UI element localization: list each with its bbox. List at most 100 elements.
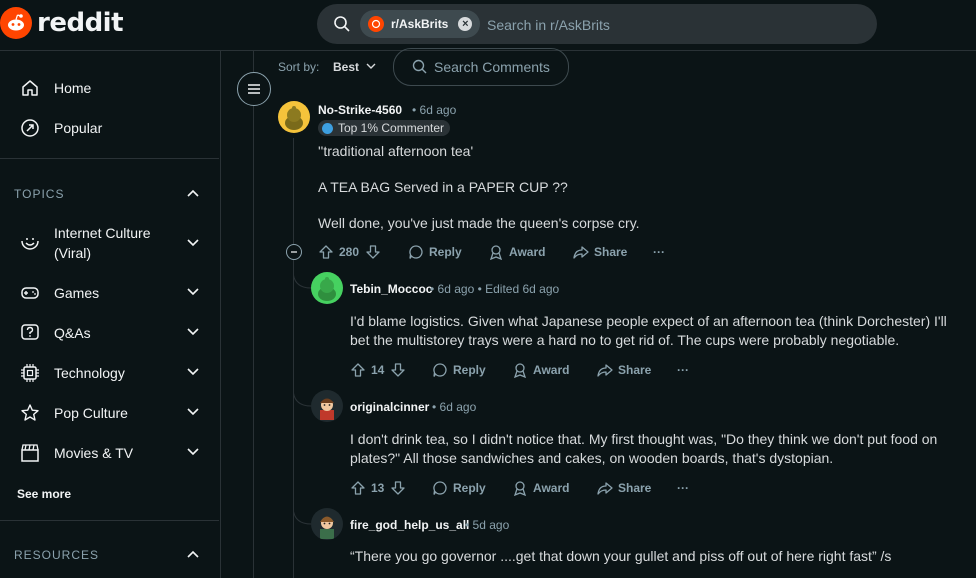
comment-line: I'd blame logistics. Given what Japanese… [350, 313, 947, 329]
comment-author[interactable]: No-Strike-4560 [318, 103, 402, 117]
comment-search-input[interactable]: Search Comments [393, 48, 569, 86]
award-label: Award [533, 363, 570, 377]
award-icon [489, 245, 503, 260]
more-options-button[interactable]: ··· [677, 363, 689, 377]
menu-toggle-button[interactable] [237, 72, 271, 106]
home-icon [22, 80, 38, 96]
award-icon [513, 481, 527, 496]
downvote-icon[interactable] [390, 480, 406, 496]
share-icon [597, 482, 613, 495]
popular-icon [21, 119, 39, 137]
upvote-icon[interactable] [350, 362, 366, 378]
avatar[interactable] [311, 390, 343, 422]
vote-group: 14 [350, 362, 406, 378]
sidebar-item-label: Games [54, 285, 100, 301]
chip-icon [21, 364, 39, 382]
chevron-down-icon[interactable] [186, 326, 200, 338]
reply-icon [433, 481, 447, 495]
reply-icon [409, 245, 423, 259]
award-button[interactable]: Award [488, 244, 545, 260]
star-icon [21, 404, 39, 421]
downvote-icon[interactable] [365, 244, 381, 260]
comment-author[interactable]: fire_god_help_us_all [350, 518, 469, 532]
comment-line: plates?" All those sandwiches and cakes,… [350, 450, 834, 466]
clear-chip-icon[interactable]: × [458, 17, 473, 31]
vote-group: 13 [350, 480, 406, 496]
comment-line: ''traditional afternoon tea' [318, 143, 474, 159]
sidebar-item-pop-culture[interactable]: Pop Culture [0, 393, 220, 433]
chevron-down-icon[interactable] [186, 406, 200, 418]
topics-heading: TOPICS [14, 187, 65, 201]
hamburger-icon [248, 84, 260, 94]
share-icon [573, 246, 589, 259]
chevron-up-icon[interactable] [186, 548, 200, 560]
downvote-icon[interactable] [390, 362, 406, 378]
upvote-icon[interactable] [318, 244, 334, 260]
share-button[interactable]: Share [573, 244, 627, 260]
sidebar-item-label-line2: (Viral) [54, 245, 92, 261]
reply-button[interactable]: Reply [432, 480, 486, 496]
share-label: Share [618, 363, 652, 377]
sidebar-item-technology[interactable]: Technology [0, 353, 220, 393]
subreddit-chip-label: r/AskBrits [391, 17, 449, 31]
comment-line: “There you go governor ....get that down… [350, 548, 892, 564]
share-label: Share [594, 245, 628, 259]
search-input[interactable]: Search in r/AskBrits [487, 17, 610, 33]
sidebar-item-label: Home [54, 80, 92, 96]
search-bar[interactable]: r/AskBrits × Search in r/AskBrits [317, 4, 877, 44]
reddit-logo[interactable]: reddit [0, 5, 124, 41]
chevron-down-icon[interactable] [186, 286, 200, 298]
sidebar-item-games[interactable]: Games [0, 273, 220, 313]
sidebar-item-label: Q&As [54, 325, 91, 341]
reply-button[interactable]: Reply [408, 244, 462, 260]
search-icon [334, 16, 350, 32]
see-more-link[interactable]: See more [17, 487, 71, 501]
comment-author[interactable]: Tebin_Moccoc [350, 282, 432, 296]
award-button[interactable]: Award [512, 362, 569, 378]
chevron-down-icon[interactable] [365, 61, 377, 71]
upvote-icon[interactable] [350, 480, 366, 496]
brand-name: reddit [37, 8, 124, 38]
sidebar-item-label: Movies & TV [54, 445, 134, 461]
comment-author[interactable]: originalcinner [350, 400, 429, 414]
thread-branch [293, 388, 312, 407]
award-label: Award [509, 245, 546, 259]
badge-icon [322, 122, 333, 134]
thread-line [293, 138, 294, 244]
more-options-button[interactable]: ··· [677, 481, 689, 495]
reply-icon [433, 363, 447, 377]
subreddit-filter-chip[interactable]: r/AskBrits × [360, 10, 481, 38]
reply-label: Reply [453, 481, 486, 495]
sidebar-item-popular[interactable]: Popular [0, 108, 220, 148]
sort-bar: Sort by: Best [278, 48, 376, 86]
award-button[interactable]: Award [512, 480, 569, 496]
avatar[interactable] [311, 508, 343, 540]
smile-icon [21, 238, 39, 250]
avatar[interactable] [311, 272, 343, 304]
chevron-up-icon[interactable] [186, 187, 200, 199]
sidebar-item-internet-culture[interactable]: Internet Culture (Viral) [0, 221, 220, 265]
sidebar-item-qas[interactable]: Q&As [0, 313, 220, 353]
sidebar-item-home[interactable]: Home [0, 68, 220, 108]
sidebar-item-movies-tv[interactable]: Movies & TV [0, 433, 220, 473]
sidebar-divider [0, 520, 219, 521]
chevron-down-icon[interactable] [186, 366, 200, 378]
sidebar-divider [0, 158, 219, 159]
share-label: Share [618, 481, 652, 495]
share-button[interactable]: Share [597, 480, 651, 496]
chevron-down-icon[interactable] [186, 446, 200, 458]
reply-button[interactable]: Reply [432, 362, 486, 378]
comment-time: • 5d ago [465, 518, 510, 532]
collapse-thread-button[interactable] [286, 244, 302, 260]
chevron-down-icon[interactable] [186, 237, 200, 249]
top-commenter-badge: Top 1% Commenter [318, 120, 451, 136]
comment-time: • 6d ago [412, 103, 457, 117]
more-options-button[interactable]: ··· [653, 245, 665, 259]
comment-line: bet the multistorey trays were a hard no… [350, 332, 900, 348]
vote-count: 13 [371, 481, 385, 495]
avatar[interactable] [278, 101, 310, 133]
share-button[interactable]: Share [597, 362, 651, 378]
sidebar-item-label: Technology [54, 365, 125, 381]
sort-dropdown[interactable]: Best [333, 60, 359, 74]
thread-branch [293, 270, 312, 289]
